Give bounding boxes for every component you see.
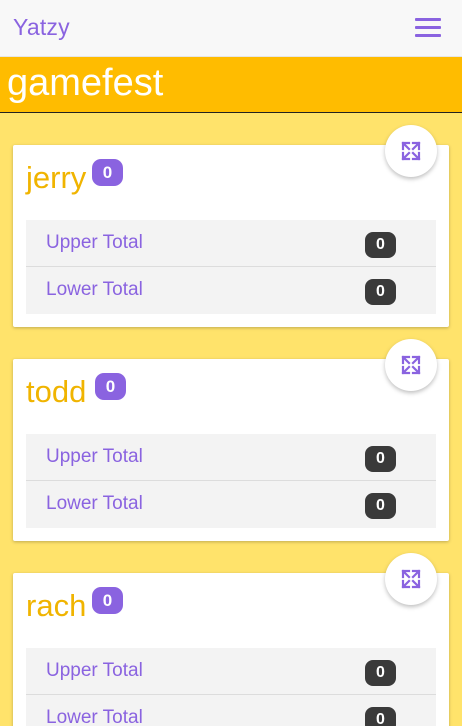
totals-list: Upper Total 0 Lower Total 0 xyxy=(26,434,436,528)
lower-total-value: 0 xyxy=(365,707,396,726)
upper-total-value: 0 xyxy=(365,232,396,258)
totals-list: Upper Total 0 Lower Total 0 xyxy=(26,648,436,726)
lower-total-row[interactable]: Lower Total 0 xyxy=(26,481,436,528)
player-score-badge: 0 xyxy=(92,587,123,614)
player-score-badge: 0 xyxy=(92,159,123,186)
lower-total-value: 0 xyxy=(365,279,396,305)
player-name: todd xyxy=(26,374,87,409)
lower-total-label: Lower Total xyxy=(46,279,143,300)
hamburger-menu-icon xyxy=(415,18,441,21)
app-title: Yatzy xyxy=(13,14,70,40)
lower-total-row[interactable]: Lower Total 0 xyxy=(26,695,436,726)
upper-total-row[interactable]: Upper Total 0 xyxy=(26,220,436,267)
upper-total-label: Upper Total xyxy=(46,232,143,253)
game-banner: gamefest xyxy=(0,57,462,113)
lower-total-value: 0 xyxy=(365,493,396,519)
upper-total-value: 0 xyxy=(365,660,396,686)
lower-total-row[interactable]: Lower Total 0 xyxy=(26,267,436,314)
player-card: jerry 0 Upper Total 0 Lower Total 0 xyxy=(13,125,449,327)
player-name: jerry xyxy=(26,160,87,195)
player-card: todd 0 Upper Total 0 Lower Total 0 xyxy=(13,339,449,541)
lower-total-label: Lower Total xyxy=(46,707,143,726)
expand-button[interactable] xyxy=(385,553,437,605)
hamburger-menu-button[interactable] xyxy=(412,14,444,42)
upper-total-row[interactable]: Upper Total 0 xyxy=(26,434,436,481)
lower-total-label: Lower Total xyxy=(46,493,143,514)
expand-button[interactable] xyxy=(385,339,437,391)
expand-icon xyxy=(401,569,421,589)
player-score-badge: 0 xyxy=(95,373,126,400)
totals-list: Upper Total 0 Lower Total 0 xyxy=(26,220,436,314)
upper-total-value: 0 xyxy=(365,446,396,472)
player-card: rach 0 Upper Total 0 Lower Total 0 xyxy=(13,553,449,726)
expand-icon xyxy=(401,141,421,161)
app-bar: Yatzy xyxy=(0,0,462,57)
upper-total-label: Upper Total xyxy=(46,446,143,467)
expand-icon xyxy=(401,355,421,375)
player-name: rach xyxy=(26,588,87,623)
game-name: gamefest xyxy=(7,62,164,104)
upper-total-row[interactable]: Upper Total 0 xyxy=(26,648,436,695)
expand-button[interactable] xyxy=(385,125,437,177)
upper-total-label: Upper Total xyxy=(46,660,143,681)
